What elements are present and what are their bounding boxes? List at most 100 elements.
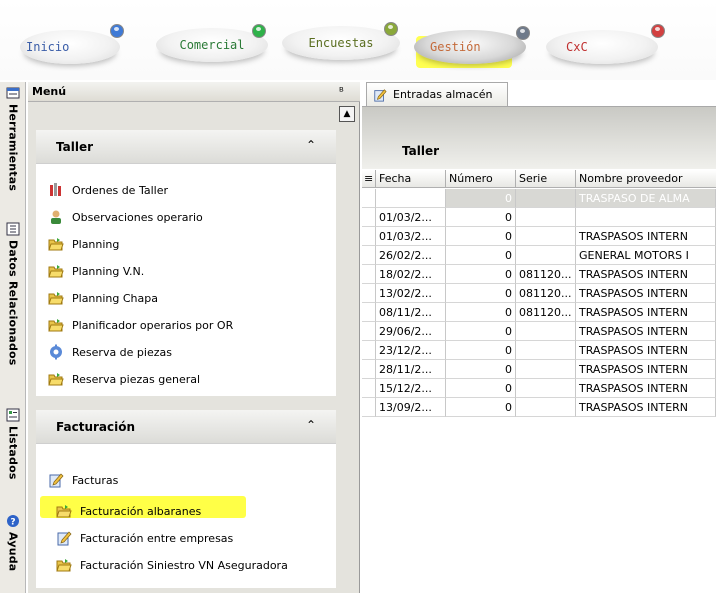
grid-menu-icon[interactable]: ≡ [362, 170, 376, 188]
table-cell: 13/09/2... [376, 398, 446, 417]
menu-item-label: Facturación Siniestro VN Aseguradora [80, 558, 288, 572]
content-panel: Entradas almacén Taller ≡ Fecha Número S… [362, 82, 716, 593]
side-tab-herramientas[interactable]: Herramientas [2, 86, 24, 191]
table-cell: 01/03/2... [376, 208, 446, 227]
menu-item-facturacion-siniestro[interactable]: Facturación Siniestro VN Aseguradora [56, 555, 288, 575]
side-tab-label: Herramientas [6, 104, 20, 192]
menu-item-observaciones-operario[interactable]: Observaciones operario [48, 207, 203, 227]
table-row[interactable]: 13/02/2... 0 081120... TRASPASOS INTERN [362, 284, 716, 303]
table-cell: 13/03/2... [376, 189, 446, 208]
section-title: Taller [402, 144, 440, 158]
table-cell: 081120... [516, 265, 576, 284]
table-cell: 0 [446, 284, 516, 303]
help-icon: ? [7, 515, 19, 528]
nav-tab-cxc[interactable]: CxC [546, 30, 658, 64]
side-tab-ayuda[interactable]: ? Ayuda [2, 514, 24, 571]
table-row[interactable]: ▶ 13/03/2... 0 TRASPASO DE ALMA [362, 189, 716, 208]
row-indicator [362, 379, 376, 398]
table-cell: 0 [446, 379, 516, 398]
table-cell [516, 398, 576, 417]
group-title: Facturación [56, 420, 136, 434]
status-dot-icon [651, 24, 665, 38]
side-tab-label: Ayuda [6, 532, 20, 572]
group-header[interactable]: Facturación ⌃ [36, 410, 336, 444]
table-cell: 0 [446, 303, 516, 322]
menu-item-facturacion-albaranes[interactable]: Facturación albaranes [56, 501, 201, 521]
table-cell [516, 246, 576, 265]
tab-label: Entradas almacén [393, 88, 493, 101]
collapse-icon[interactable]: ⌃ [306, 418, 316, 432]
menu-item-label: Planning V.N. [72, 264, 145, 278]
status-dot-icon [384, 22, 398, 36]
table-row[interactable]: 29/06/2... 0 TRASPASOS INTERN [362, 322, 716, 341]
list-icon [6, 408, 20, 422]
menu-item-planning[interactable]: Planning [48, 234, 119, 254]
table-cell: 081120... [516, 303, 576, 322]
column-header[interactable]: Nombre proveedor [576, 170, 716, 188]
menu-title: Menú [32, 85, 67, 98]
table-cell: 0 [446, 322, 516, 341]
nav-tab-gestion[interactable]: Gestión [414, 30, 526, 64]
table-cell: 0 [446, 265, 516, 284]
nav-tab-comercial[interactable]: Comercial [156, 28, 268, 62]
side-tab-label: Listados [6, 426, 20, 480]
scroll-up-button[interactable]: ▲ [339, 106, 355, 122]
row-indicator-icon: ▶ [362, 189, 376, 208]
folder-open-icon [48, 292, 64, 305]
table-row[interactable]: 15/12/2... 0 TRASPASOS INTERN [362, 379, 716, 398]
table-cell: TRASPASOS INTERN [576, 322, 716, 341]
side-tab-listados[interactable]: Listados [2, 408, 24, 480]
menu-item-label: Planificador operarios por OR [72, 318, 234, 332]
group-header[interactable]: Taller ⌃ [36, 130, 336, 164]
table-row[interactable]: 28/11/2... 0 TRASPASOS INTERN [362, 360, 716, 379]
table-row[interactable]: 18/02/2... 0 081120... TRASPASOS INTERN [362, 265, 716, 284]
row-indicator [362, 398, 376, 417]
table-cell: 18/02/2... [376, 265, 446, 284]
menu-item-planning-chapa[interactable]: Planning Chapa [48, 288, 158, 308]
table-cell: TRASPASOS INTERN [576, 284, 716, 303]
operator-icon [51, 210, 61, 224]
side-tab-label: Datos Relacionados [6, 240, 20, 366]
collapse-icon[interactable]: ⌃ [306, 138, 316, 152]
table-cell [576, 208, 716, 227]
side-tab-datos-relacionados[interactable]: Datos Relacionados [2, 222, 24, 366]
table-row[interactable]: 23/12/2... 0 TRASPASOS INTERN [362, 341, 716, 360]
table-row[interactable]: 08/11/2... 0 081120... TRASPASOS INTERN [362, 303, 716, 322]
table-cell: TRASPASOS INTERN [576, 360, 716, 379]
table-cell [516, 360, 576, 379]
column-header[interactable]: Serie [516, 170, 576, 188]
menu-item-facturas[interactable]: Facturas [48, 470, 118, 490]
column-header[interactable]: Fecha [376, 170, 446, 188]
table-cell [516, 227, 576, 246]
menu-item-label: Facturas [72, 473, 119, 487]
related-data-icon [6, 222, 20, 236]
table-cell: TRASPASOS INTERN [576, 303, 716, 322]
column-header[interactable]: Número [446, 170, 516, 188]
folder-open-icon [56, 559, 72, 572]
folder-open-icon [56, 505, 72, 518]
nav-tab-encuestas[interactable]: Encuestas [282, 26, 400, 60]
pin-icon[interactable]: ᴮ [339, 85, 344, 98]
table-row[interactable]: 13/09/2... 0 TRASPASOS INTERN [362, 398, 716, 417]
table-cell: 0 [446, 189, 516, 208]
menu-item-reserva-piezas[interactable]: Reserva de piezas [48, 342, 172, 362]
table-row[interactable]: 01/03/2... 0 [362, 208, 716, 227]
table-cell: TRASPASO DE ALMA [576, 189, 716, 208]
table-cell: 0 [446, 246, 516, 265]
table-row[interactable]: 01/03/2... 0 TRASPASOS INTERN [362, 227, 716, 246]
table-cell [516, 189, 576, 208]
menu-item-facturacion-entre-empresas[interactable]: Facturación entre empresas [56, 528, 233, 548]
menu-item-label: Facturación albaranes [80, 504, 202, 518]
table-row[interactable]: 26/02/2... 0 GENERAL MOTORS I [362, 246, 716, 265]
tab-entradas-almacen[interactable]: Entradas almacén [366, 82, 508, 106]
menu-item-label: Reserva de piezas [72, 345, 172, 359]
menu-group-taller: Taller ⌃ Ordenes de Taller Observaciones… [36, 130, 336, 396]
menu-item-planning-vn[interactable]: Planning V.N. [48, 261, 144, 281]
menu-item-planificador-operarios[interactable]: Planificador operarios por OR [48, 315, 233, 335]
menu-item-reserva-piezas-general[interactable]: Reserva piezas general [48, 369, 200, 389]
edit-document-icon [374, 88, 387, 102]
menu-item-ordenes-taller[interactable]: Ordenes de Taller [48, 180, 168, 200]
nav-tab-inicio[interactable]: Inicio [20, 30, 120, 64]
table-cell: 0 [446, 341, 516, 360]
folder-open-icon [48, 265, 64, 278]
